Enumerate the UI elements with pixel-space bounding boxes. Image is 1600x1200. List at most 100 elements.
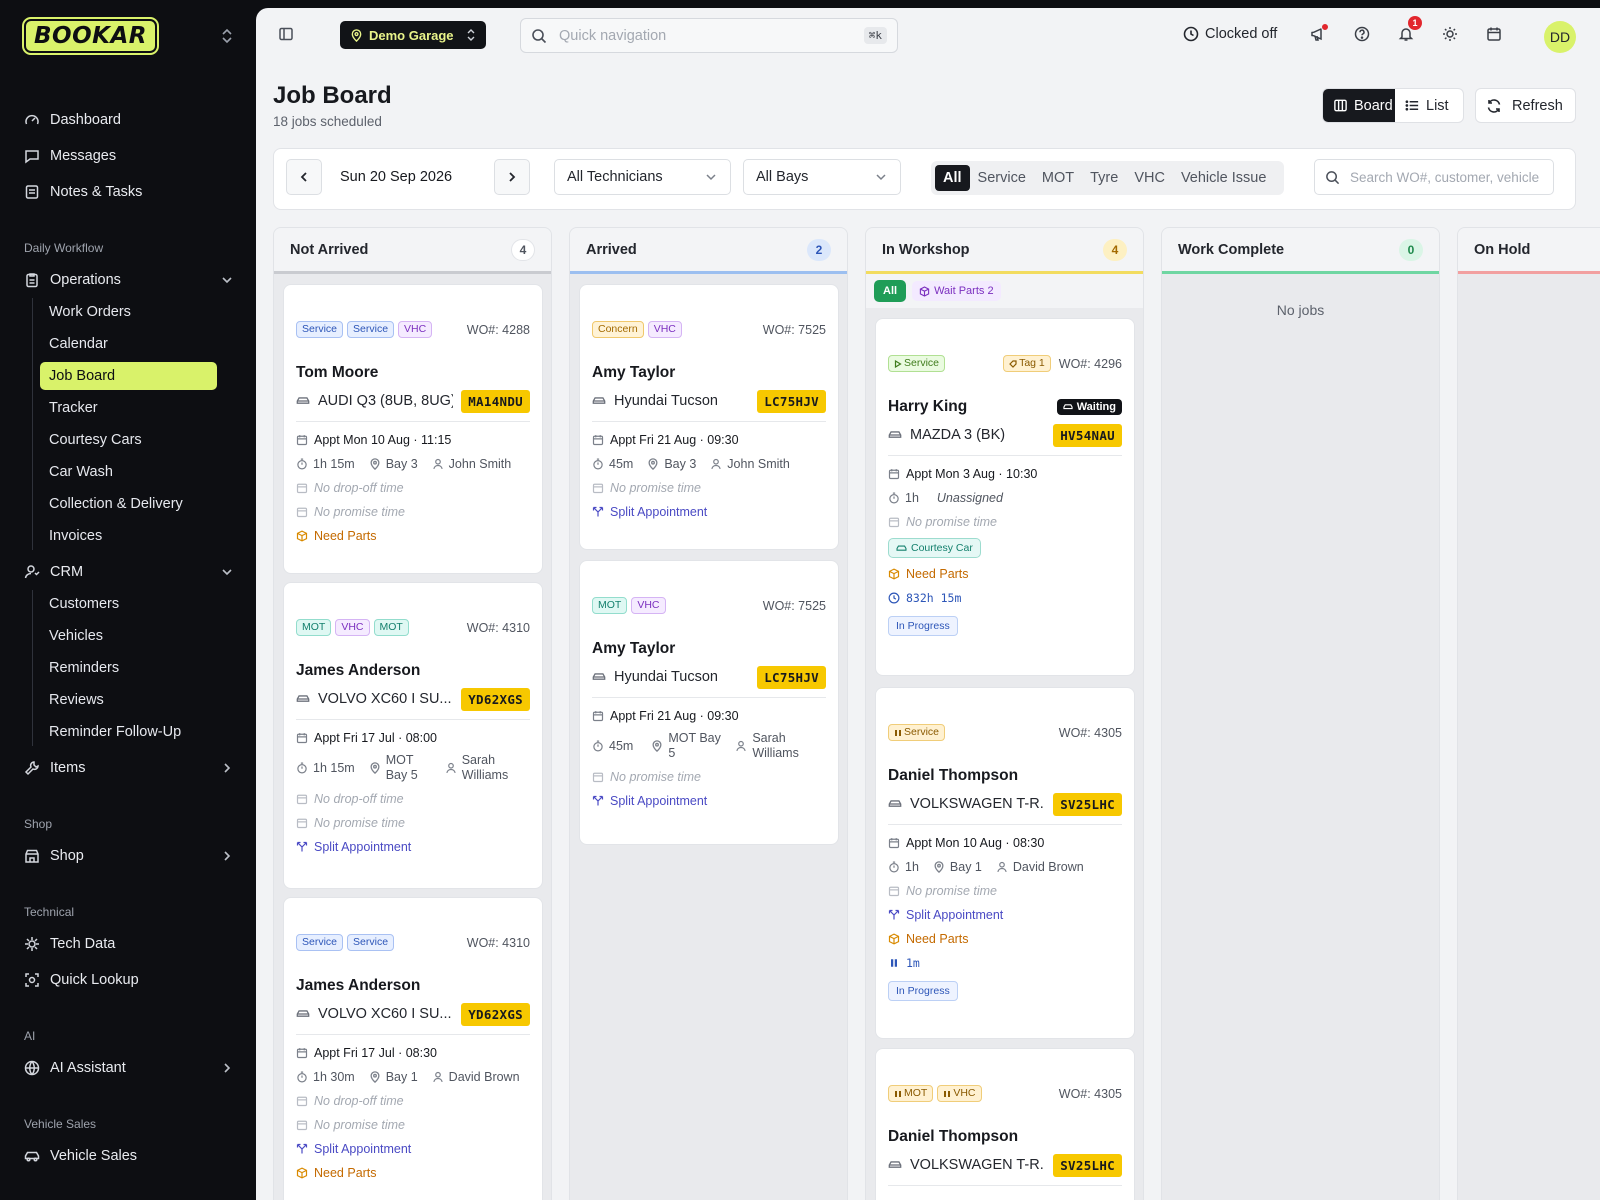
sidebar-item-notes[interactable]: Notes & Tasks	[24, 178, 234, 206]
list-view-button[interactable]: List	[1395, 89, 1459, 122]
sidebar-item-quick-lookup[interactable]: Quick Lookup	[24, 966, 234, 994]
filter-mot[interactable]: MOT	[1034, 165, 1082, 191]
sidebar-item-tech-data[interactable]: Tech Data	[24, 930, 234, 958]
sidebar-toggle-icon[interactable]	[278, 26, 294, 42]
chevron-left-icon	[297, 170, 311, 184]
page-subtitle: 18 jobs scheduled	[273, 114, 382, 129]
sidebar-item-work-orders[interactable]: Work Orders	[40, 298, 217, 326]
refresh-button[interactable]: Refresh	[1475, 88, 1576, 123]
sidebar-item-crm[interactable]: CRM	[24, 558, 234, 586]
filter-tyre[interactable]: Tyre	[1082, 165, 1126, 191]
sidebar-item-reminders[interactable]: Reminders	[40, 654, 217, 682]
calendar-icon	[592, 482, 604, 494]
chevron-down-icon[interactable]	[220, 565, 234, 579]
promise-label: No promise time	[610, 769, 701, 784]
filter-vehicle-issue[interactable]: Vehicle Issue	[1173, 165, 1274, 191]
filter-bar: Sun 20 Sep 2026 All Technicians All Bays…	[273, 148, 1576, 210]
sidebar-item-customers[interactable]: Customers	[40, 590, 217, 618]
column-count: 4	[511, 238, 535, 261]
sidebar-item-shop[interactable]: Shop	[24, 842, 234, 870]
chevron-updown-icon[interactable]	[220, 28, 234, 44]
calendar-icon	[296, 1119, 308, 1131]
sidebar-item-ai-assistant[interactable]: AI Assistant	[24, 1054, 234, 1082]
tag-service: Service	[347, 934, 395, 951]
clock-icon	[888, 592, 900, 604]
subfilter-all[interactable]: All	[874, 280, 907, 302]
split-appointment[interactable]: Split Appointment	[592, 503, 826, 520]
sidebar-item-messages[interactable]: Messages	[24, 142, 234, 170]
filter-all[interactable]: All	[935, 165, 970, 191]
vehicle-name: Hyundai Tucson	[614, 393, 718, 409]
sidebar-item-reminder-follow-up[interactable]: Reminder Follow-Up	[40, 718, 217, 746]
split-appointment[interactable]: Split Appointment	[592, 792, 826, 809]
customer-name: Amy Taylor	[592, 364, 676, 381]
avatar[interactable]: DD	[1544, 21, 1576, 53]
help-icon[interactable]	[1354, 26, 1370, 42]
sun-icon[interactable]	[1442, 26, 1458, 42]
board-view-button[interactable]: Board	[1323, 89, 1395, 122]
sidebar-item-job-board[interactable]: Job Board	[40, 362, 217, 390]
package-icon	[888, 567, 900, 580]
technician-select[interactable]: All Technicians	[554, 159, 731, 195]
calendar-icon[interactable]	[1486, 26, 1502, 42]
split-appointment[interactable]: Split Appointment	[296, 838, 530, 855]
current-date[interactable]: Sun 20 Sep 2026	[340, 169, 452, 185]
card-tags: MOT VHC WO#: 7525	[592, 597, 826, 614]
job-card[interactable]: MOT VHC WO#: 7525 Amy Taylor Hyundai Tuc…	[579, 560, 839, 845]
sidebar-item-calendar[interactable]: Calendar	[40, 330, 217, 358]
job-card[interactable]: Service Service VHC WO#: 4288 Tom Moore …	[283, 284, 543, 574]
app-logo[interactable]: BOOKAR	[22, 17, 159, 55]
sidebar-item-car-wash[interactable]: Car Wash	[40, 458, 217, 486]
job-card[interactable]: Service WO#: 4305 Daniel Thompson VOLKSW…	[875, 687, 1135, 1039]
job-card[interactable]: MOT VHC WO#: 4305 Daniel Thompson VOLKSW…	[875, 1048, 1135, 1200]
sidebar-item-vehicles[interactable]: Vehicles	[40, 622, 217, 650]
job-search-input[interactable]: Search WO#, customer, vehicle	[1314, 159, 1554, 195]
package-icon	[919, 285, 930, 297]
chevron-down-icon[interactable]	[220, 273, 234, 287]
appointment-label: Appt Fri 21 Aug · 09:30	[610, 432, 739, 447]
user-icon	[24, 564, 40, 580]
duration-label: 45m	[609, 739, 634, 753]
globe-icon	[24, 1060, 40, 1076]
car-icon	[896, 543, 907, 554]
job-card[interactable]: Service Service WO#: 4310 James Anderson…	[283, 897, 543, 1200]
customer-name: James Anderson	[296, 977, 421, 994]
sidebar-item-operations[interactable]: Operations	[24, 266, 234, 294]
sidebar-item-invoices[interactable]: Invoices	[40, 522, 217, 550]
sidebar-item-courtesy-cars[interactable]: Courtesy Cars	[40, 426, 217, 454]
sidebar-item-vehicle-sales[interactable]: Vehicle Sales	[24, 1142, 234, 1170]
card-tags: Service Service WO#: 4310	[296, 934, 530, 951]
number-plate: LC75HJV	[757, 665, 826, 689]
appointment-label: Appt Mon 3 Aug · 10:30	[906, 466, 1038, 481]
quick-navigation-input[interactable]: Quick navigation ⌘k	[520, 18, 898, 53]
bay-select[interactable]: All Bays	[743, 159, 901, 195]
sidebar-item-dashboard[interactable]: Dashboard	[24, 106, 234, 134]
technician-unassigned: Unassigned	[936, 490, 1003, 505]
previous-day-button[interactable]	[286, 159, 322, 195]
refresh-icon	[1486, 98, 1502, 114]
user-icon	[445, 762, 457, 774]
sidebar-item-collection-delivery[interactable]: Collection & Delivery	[40, 490, 217, 518]
garage-selector[interactable]: Demo Garage	[340, 21, 486, 49]
chevron-right-icon[interactable]	[220, 761, 234, 775]
bay: MOT Bay 5	[369, 753, 431, 783]
job-card[interactable]: Concern VHC WO#: 7525 Amy Taylor Hyundai…	[579, 284, 839, 550]
filter-service[interactable]: Service	[970, 165, 1034, 191]
split-appointment[interactable]: Split Appointment	[296, 1140, 530, 1157]
chevron-right-icon[interactable]	[220, 849, 234, 863]
stopwatch-icon	[888, 861, 900, 873]
chevron-right-icon[interactable]	[220, 1061, 234, 1075]
clock-status[interactable]: Clocked off	[1183, 26, 1277, 42]
next-day-button[interactable]	[494, 159, 530, 195]
subfilter-wait-parts[interactable]: Wait Parts 2	[912, 281, 1001, 301]
job-card[interactable]: Service Tag 1 WO#: 4296 Harry King Waiti…	[875, 318, 1135, 676]
bay: Bay 1	[369, 1070, 418, 1084]
filter-vhc[interactable]: VHC	[1126, 165, 1173, 191]
customer-name: Amy Taylor	[592, 640, 676, 657]
split-appointment[interactable]: Split Appointment	[888, 906, 1122, 923]
job-card[interactable]: MOT VHC MOT WO#: 4310 James Anderson VOL…	[283, 582, 543, 889]
sidebar-item-tracker[interactable]: Tracker	[40, 394, 217, 422]
sidebar-item-reviews[interactable]: Reviews	[40, 686, 217, 714]
sidebar-item-items[interactable]: Items	[24, 754, 234, 782]
dropoff-label: No drop-off time	[314, 480, 404, 495]
